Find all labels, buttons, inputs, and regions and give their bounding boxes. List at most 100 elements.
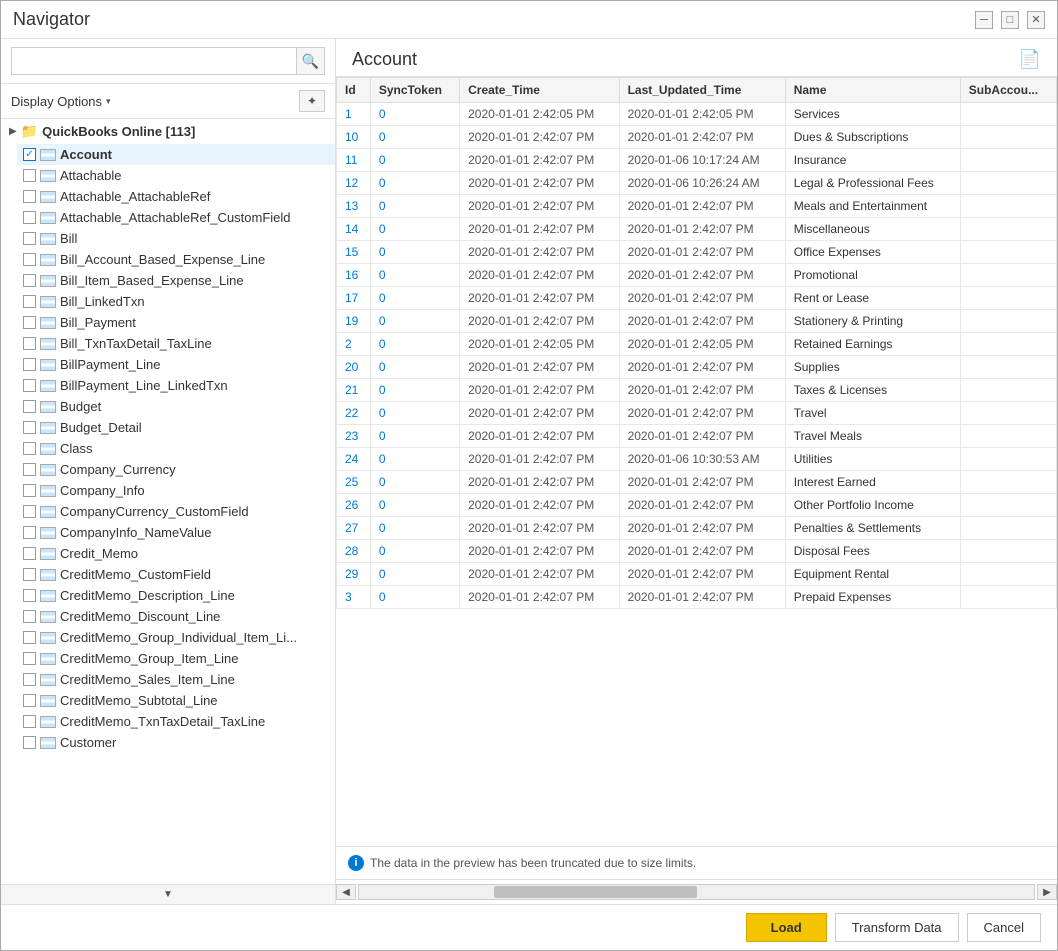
tree-item-credit-memo[interactable]: Credit_Memo — [17, 543, 335, 564]
maximize-button[interactable]: □ — [1001, 11, 1019, 29]
checkbox-credit-memo[interactable] — [23, 547, 36, 560]
tree-item-creditmemo-sales-item[interactable]: CreditMemo_Sales_Item_Line — [17, 669, 335, 690]
table-row[interactable]: 1202020-01-01 2:42:07 PM2020-01-06 10:26… — [337, 172, 1057, 195]
checkbox-creditmemo-group-individual[interactable] — [23, 631, 36, 644]
checkbox-creditmemo-sales-item[interactable] — [23, 673, 36, 686]
tree-item-attachable-attachableref-customfield[interactable]: Attachable_AttachableRef_CustomField — [17, 207, 335, 228]
table-row[interactable]: 202020-01-01 2:42:05 PM2020-01-01 2:42:0… — [337, 333, 1057, 356]
checkbox-bill-payment[interactable] — [23, 316, 36, 329]
checkbox-customer[interactable] — [23, 736, 36, 749]
table-row[interactable]: 2402020-01-01 2:42:07 PM2020-01-06 10:30… — [337, 448, 1057, 471]
table-row[interactable]: 2002020-01-01 2:42:07 PM2020-01-01 2:42:… — [337, 356, 1057, 379]
tree-item-company-currency[interactable]: Company_Currency — [17, 459, 335, 480]
tree-item-attachable[interactable]: Attachable — [17, 165, 335, 186]
transform-data-button[interactable]: Transform Data — [835, 913, 959, 942]
table-row[interactable]: 1502020-01-01 2:42:07 PM2020-01-01 2:42:… — [337, 241, 1057, 264]
checkbox-companyinfo-namevalue[interactable] — [23, 526, 36, 539]
data-table-wrapper[interactable]: IdSyncTokenCreate_TimeLast_Updated_TimeN… — [336, 77, 1057, 846]
checkbox-creditmemo-discount-line[interactable] — [23, 610, 36, 623]
scrollbar-track[interactable] — [358, 884, 1035, 900]
col-header-synctoken[interactable]: SyncToken — [370, 78, 459, 103]
checkbox-creditmemo-customfield[interactable] — [23, 568, 36, 581]
table-row[interactable]: 1402020-01-01 2:42:07 PM2020-01-01 2:42:… — [337, 218, 1057, 241]
table-row[interactable]: 2102020-01-01 2:42:07 PM2020-01-01 2:42:… — [337, 379, 1057, 402]
scroll-down-arrow[interactable]: ▼ — [1, 884, 335, 904]
tree-item-budget-detail[interactable]: Budget_Detail — [17, 417, 335, 438]
table-row[interactable]: 2202020-01-01 2:42:07 PM2020-01-01 2:42:… — [337, 402, 1057, 425]
tree-item-billpayment-line[interactable]: BillPayment_Line — [17, 354, 335, 375]
display-options-button[interactable]: Display Options ▾ — [11, 94, 111, 109]
col-header-create-time[interactable]: Create_Time — [460, 78, 619, 103]
table-row[interactable]: 1002020-01-01 2:42:07 PM2020-01-01 2:42:… — [337, 126, 1057, 149]
tree-item-creditmemo-subtotal[interactable]: CreditMemo_Subtotal_Line — [17, 690, 335, 711]
tree-item-companycurrency-customfield[interactable]: CompanyCurrency_CustomField — [17, 501, 335, 522]
checkbox-bill-item-based[interactable] — [23, 274, 36, 287]
checkbox-budget[interactable] — [23, 400, 36, 413]
col-header-last-updated-time[interactable]: Last_Updated_Time — [619, 78, 785, 103]
checkbox-company-currency[interactable] — [23, 463, 36, 476]
tree-item-creditmemo-group-individual[interactable]: CreditMemo_Group_Individual_Item_Li... — [17, 627, 335, 648]
checkbox-companycurrency-customfield[interactable] — [23, 505, 36, 518]
tree-item-bill-linkedtxn[interactable]: Bill_LinkedTxn — [17, 291, 335, 312]
checkbox-bill-linkedtxn[interactable] — [23, 295, 36, 308]
load-button[interactable]: Load — [746, 913, 827, 942]
checkbox-bill-account-based[interactable] — [23, 253, 36, 266]
cancel-button[interactable]: Cancel — [967, 913, 1041, 942]
table-row[interactable]: 2502020-01-01 2:42:07 PM2020-01-01 2:42:… — [337, 471, 1057, 494]
tree-item-creditmemo-description-line[interactable]: CreditMemo_Description_Line — [17, 585, 335, 606]
tree-item-customer[interactable]: Customer — [17, 732, 335, 753]
tree-item-bill-payment[interactable]: Bill_Payment — [17, 312, 335, 333]
tree-item-bill-txntaxdetail[interactable]: Bill_TxnTaxDetail_TaxLine — [17, 333, 335, 354]
checkbox-creditmemo-subtotal[interactable] — [23, 694, 36, 707]
scrollbar-thumb[interactable] — [494, 886, 697, 898]
table-row[interactable]: 1902020-01-01 2:42:07 PM2020-01-01 2:42:… — [337, 310, 1057, 333]
checkbox-attachable-attachableref-customfield[interactable] — [23, 211, 36, 224]
tree-item-attachable-attachableref[interactable]: Attachable_AttachableRef — [17, 186, 335, 207]
search-input[interactable] — [11, 47, 297, 75]
tree-item-company-info[interactable]: Company_Info — [17, 480, 335, 501]
scroll-left-button[interactable]: ◀ — [336, 884, 356, 900]
scroll-right-button[interactable]: ▶ — [1037, 884, 1057, 900]
table-row[interactable]: 2302020-01-01 2:42:07 PM2020-01-01 2:42:… — [337, 425, 1057, 448]
tree-item-creditmemo-txntaxdetail[interactable]: CreditMemo_TxnTaxDetail_TaxLine — [17, 711, 335, 732]
preview-icon[interactable]: 📄 — [1019, 49, 1041, 70]
checkbox-account[interactable] — [23, 148, 36, 161]
col-header-id[interactable]: Id — [337, 78, 371, 103]
table-row[interactable]: 2602020-01-01 2:42:07 PM2020-01-01 2:42:… — [337, 494, 1057, 517]
tree-item-account[interactable]: Account — [17, 144, 335, 165]
table-row[interactable]: 1102020-01-01 2:42:07 PM2020-01-06 10:17… — [337, 149, 1057, 172]
tree-item-bill-item-based[interactable]: Bill_Item_Based_Expense_Line — [17, 270, 335, 291]
checkbox-budget-detail[interactable] — [23, 421, 36, 434]
checkbox-billpayment-line-linkedtxn[interactable] — [23, 379, 36, 392]
checkbox-company-info[interactable] — [23, 484, 36, 497]
search-button[interactable]: 🔍 — [297, 47, 325, 75]
tree-item-billpayment-line-linkedtxn[interactable]: BillPayment_Line_LinkedTxn — [17, 375, 335, 396]
tree-root-item[interactable]: ▶ 📁 QuickBooks Online [113] — [1, 119, 335, 144]
table-row[interactable]: 1302020-01-01 2:42:07 PM2020-01-01 2:42:… — [337, 195, 1057, 218]
table-row[interactable]: 1702020-01-01 2:42:07 PM2020-01-01 2:42:… — [337, 287, 1057, 310]
tree-panel[interactable]: ▶ 📁 QuickBooks Online [113] AccountAttac… — [1, 119, 335, 884]
minimize-button[interactable]: ─ — [975, 11, 993, 29]
table-row[interactable]: 302020-01-01 2:42:07 PM2020-01-01 2:42:0… — [337, 586, 1057, 609]
checkbox-creditmemo-txntaxdetail[interactable] — [23, 715, 36, 728]
col-header-name[interactable]: Name — [785, 78, 960, 103]
tree-item-creditmemo-group-item[interactable]: CreditMemo_Group_Item_Line — [17, 648, 335, 669]
close-button[interactable]: ✕ — [1027, 11, 1045, 29]
table-row[interactable]: 2802020-01-01 2:42:07 PM2020-01-01 2:42:… — [337, 540, 1057, 563]
checkbox-bill[interactable] — [23, 232, 36, 245]
tree-item-creditmemo-discount-line[interactable]: CreditMemo_Discount_Line — [17, 606, 335, 627]
checkbox-attachable-attachableref[interactable] — [23, 190, 36, 203]
table-row[interactable]: 1602020-01-01 2:42:07 PM2020-01-01 2:42:… — [337, 264, 1057, 287]
suggest-related-button[interactable]: ✦ — [299, 90, 325, 112]
table-row[interactable]: 102020-01-01 2:42:05 PM2020-01-01 2:42:0… — [337, 103, 1057, 126]
col-header-subaccou---[interactable]: SubAccou... — [960, 78, 1056, 103]
tree-item-bill-account-based[interactable]: Bill_Account_Based_Expense_Line — [17, 249, 335, 270]
tree-item-budget[interactable]: Budget — [17, 396, 335, 417]
tree-item-companyinfo-namevalue[interactable]: CompanyInfo_NameValue — [17, 522, 335, 543]
tree-item-bill[interactable]: Bill — [17, 228, 335, 249]
checkbox-creditmemo-description-line[interactable] — [23, 589, 36, 602]
tree-item-creditmemo-customfield[interactable]: CreditMemo_CustomField — [17, 564, 335, 585]
tree-item-class[interactable]: Class — [17, 438, 335, 459]
checkbox-billpayment-line[interactable] — [23, 358, 36, 371]
checkbox-attachable[interactable] — [23, 169, 36, 182]
